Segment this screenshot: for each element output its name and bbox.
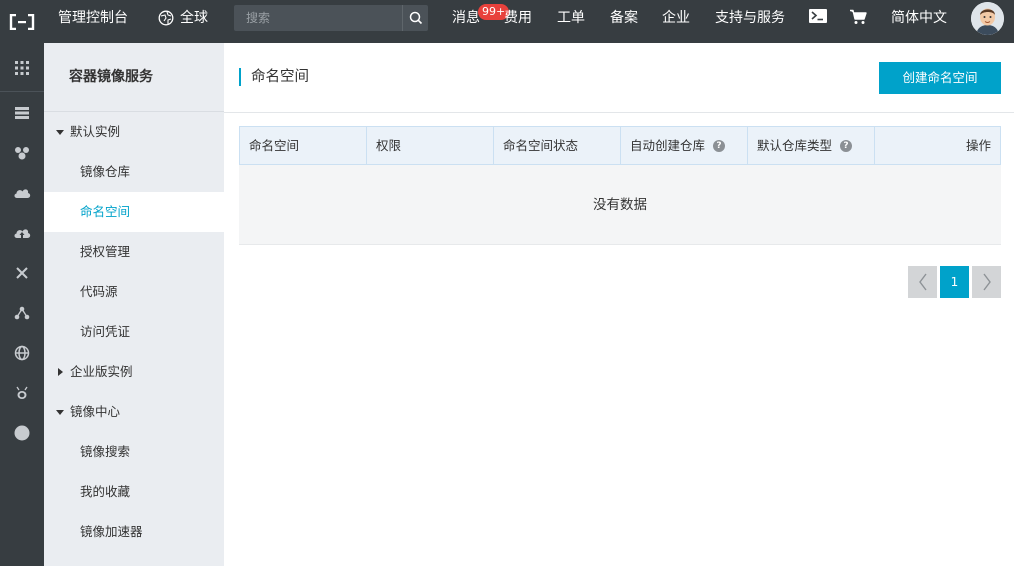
sidebar-group-default[interactable]: 默认实例 <box>56 122 120 142</box>
sidebar-item-code-source[interactable]: 代码源 <box>44 272 224 312</box>
column-header-status: 命名空间状态 <box>494 127 621 164</box>
sidebar-item-favorites[interactable]: 我的收藏 <box>44 472 224 512</box>
sidebar: 容器镜像服务 默认实例 镜像仓库 命名空间 授权管理 代码源 访问凭证 企业版实… <box>44 43 224 566</box>
column-label: 命名空间 <box>249 138 300 153</box>
sidebar-item-image-search[interactable]: 镜像搜索 <box>44 432 224 472</box>
column-label: 自动创建仓库 <box>630 138 706 153</box>
sidebar-item-authorization[interactable]: 授权管理 <box>44 232 224 272</box>
nav-icp[interactable]: 备案 <box>610 0 638 36</box>
console-home-link[interactable]: 管理控制台 <box>58 0 128 36</box>
column-header-default-type: 默认仓库类型 ? <box>748 127 875 164</box>
create-namespace-button[interactable]: 创建命名空间 <box>879 62 1001 94</box>
empty-state: 没有数据 <box>239 165 1001 245</box>
chevron-left-icon <box>918 273 927 291</box>
server-icon[interactable] <box>0 101 44 125</box>
sidebar-group-label: 默认实例 <box>70 124 121 139</box>
nav-enterprise[interactable]: 企业 <box>662 0 690 36</box>
cubes-icon[interactable] <box>0 141 44 165</box>
terminal-icon[interactable] <box>809 9 827 23</box>
region-label: 全球 <box>180 10 208 26</box>
search-input[interactable]: 搜索 <box>246 5 270 31</box>
circle-icon[interactable] <box>0 421 44 445</box>
bug-icon[interactable] <box>0 381 44 405</box>
chevron-down-icon <box>56 409 64 415</box>
column-label: 默认仓库类型 <box>757 138 833 153</box>
table-header: 命名空间 权限 命名空间状态 自动创建仓库 ? 默认仓库类型 ? 操作 <box>239 126 1001 165</box>
region-selector[interactable]: 全球 <box>158 0 208 36</box>
chevron-right-icon <box>58 368 63 376</box>
sidebar-group-enterprise[interactable]: 企业版实例 <box>56 362 133 382</box>
nav-tickets[interactable]: 工单 <box>557 0 585 36</box>
grid-icon[interactable] <box>0 56 44 80</box>
page-title: 命名空间 <box>251 69 309 85</box>
nav-messages[interactable]: 消息 <box>452 0 480 36</box>
product-icon-rail <box>0 43 44 566</box>
aliyun-logo-icon[interactable] <box>0 0 44 43</box>
column-label: 权限 <box>376 138 402 153</box>
title-accent-bar <box>239 68 241 86</box>
sidebar-group-label: 企业版实例 <box>70 364 133 379</box>
language-selector[interactable]: 简体中文 <box>891 0 947 36</box>
search-box[interactable]: 搜索 <box>234 5 428 31</box>
rail-divider <box>0 91 44 92</box>
column-label: 命名空间状态 <box>503 138 579 153</box>
network-icon[interactable] <box>0 261 44 285</box>
sidebar-group-image-center[interactable]: 镜像中心 <box>56 402 120 422</box>
nav-support[interactable]: 支持与服务 <box>715 0 785 36</box>
chevron-right-icon <box>982 273 991 291</box>
pagination-page-1[interactable]: 1 <box>940 266 969 298</box>
column-header-actions: 操作 <box>875 127 1000 164</box>
column-header-auto-create: 自动创建仓库 ? <box>621 127 748 164</box>
cloud-icon[interactable] <box>0 181 44 205</box>
pagination-next-button[interactable] <box>972 266 1001 298</box>
search-icon[interactable] <box>402 5 428 31</box>
sidebar-title: 容器镜像服务 <box>44 43 224 112</box>
top-navbar: 管理控制台 全球 搜索 消息 99+ 费用 工单 备案 企业 支持与服务 简体中… <box>0 0 1014 43</box>
chevron-down-icon <box>56 129 64 135</box>
help-icon[interactable]: ? <box>713 139 726 152</box>
column-header-namespace: 命名空间 <box>240 127 367 164</box>
sidebar-group-label: 镜像中心 <box>70 404 121 419</box>
globe-icon <box>158 10 174 26</box>
column-header-permission: 权限 <box>367 127 494 164</box>
nav-billing[interactable]: 费用 <box>504 0 532 36</box>
sidebar-item-accelerator[interactable]: 镜像加速器 <box>44 512 224 552</box>
sidebar-item-namespaces[interactable]: 命名空间 <box>44 192 224 232</box>
avatar[interactable] <box>971 2 1004 35</box>
namespace-table: 命名空间 权限 命名空间状态 自动创建仓库 ? 默认仓库类型 ? 操作 没有数据 <box>239 126 1001 245</box>
sidebar-item-credentials[interactable]: 访问凭证 <box>44 312 224 352</box>
globe-icon[interactable] <box>0 341 44 365</box>
sidebar-item-repositories[interactable]: 镜像仓库 <box>44 152 224 192</box>
column-label: 操作 <box>965 138 991 153</box>
cart-icon[interactable] <box>849 9 867 25</box>
pagination-prev-button[interactable] <box>908 266 937 298</box>
cloud-upload-icon[interactable] <box>0 221 44 245</box>
nodes-icon[interactable] <box>0 301 44 325</box>
help-icon[interactable]: ? <box>840 139 853 152</box>
